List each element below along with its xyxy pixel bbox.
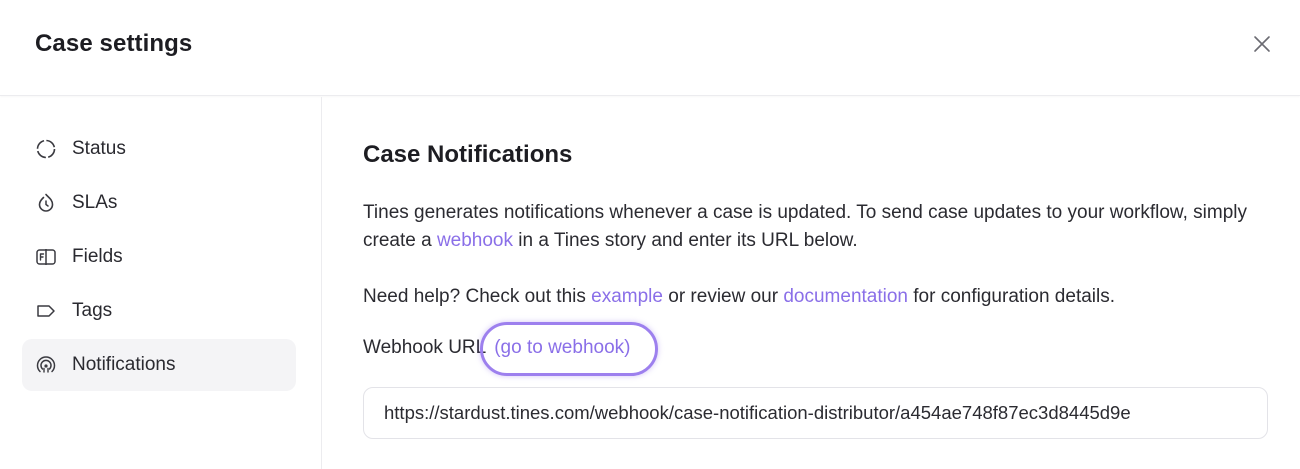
fields-icon bbox=[35, 246, 57, 268]
go-to-webhook-link[interactable]: (go to webhook) bbox=[480, 322, 659, 376]
webhook-url-label-row: Webhook URL (go to webhook) bbox=[363, 322, 659, 376]
webhook-url-field[interactable] bbox=[363, 387, 1268, 439]
case-settings-dialog: Case settings Status SLAs Fields Tags No… bbox=[0, 0, 1300, 469]
tag-icon bbox=[35, 300, 57, 322]
sla-icon bbox=[35, 192, 57, 214]
sidebar-item-label: Tags bbox=[72, 300, 113, 321]
notifications-panel: Case Notifications Tines generates notif… bbox=[323, 97, 1300, 469]
sidebar-item-status[interactable]: Status bbox=[22, 123, 296, 175]
help-text-middle: or review our bbox=[662, 286, 784, 307]
status-icon bbox=[35, 138, 57, 160]
section-heading: Case Notifications bbox=[363, 141, 573, 168]
webhook-link[interactable]: webhook bbox=[437, 230, 513, 251]
sidebar-item-label: Notifications bbox=[72, 354, 176, 375]
close-button[interactable] bbox=[1248, 30, 1276, 58]
dialog-title: Case settings bbox=[35, 30, 193, 57]
sidebar-item-notifications[interactable]: Notifications bbox=[22, 339, 296, 391]
go-to-webhook-label: (go to webhook) bbox=[494, 337, 631, 358]
help-text: Need help? Check out this example or rev… bbox=[363, 283, 1273, 311]
webhook-url-label: Webhook URL bbox=[363, 337, 487, 358]
webhook-url-input[interactable] bbox=[384, 402, 1247, 424]
notifications-icon bbox=[35, 354, 57, 376]
sidebar-item-slas[interactable]: SLAs bbox=[22, 177, 296, 229]
dialog-header: Case settings bbox=[0, 0, 1300, 96]
help-text-start: Need help? Check out this bbox=[363, 286, 592, 307]
example-link[interactable]: example bbox=[591, 286, 663, 307]
settings-sidebar: Status SLAs Fields Tags Notifications bbox=[0, 97, 322, 469]
sidebar-item-label: SLAs bbox=[72, 192, 118, 213]
close-icon bbox=[1254, 36, 1270, 52]
intro-text-end: in a Tines story and enter its URL below… bbox=[513, 230, 858, 251]
sidebar-item-label: Status bbox=[72, 138, 126, 159]
documentation-link[interactable]: documentation bbox=[783, 286, 908, 307]
sidebar-item-fields[interactable]: Fields bbox=[22, 231, 296, 283]
sidebar-item-label: Fields bbox=[72, 246, 123, 267]
help-text-end: for configuration details. bbox=[908, 286, 1116, 307]
sidebar-item-tags[interactable]: Tags bbox=[22, 285, 296, 337]
intro-text: Tines generates notifications whenever a… bbox=[363, 199, 1273, 255]
